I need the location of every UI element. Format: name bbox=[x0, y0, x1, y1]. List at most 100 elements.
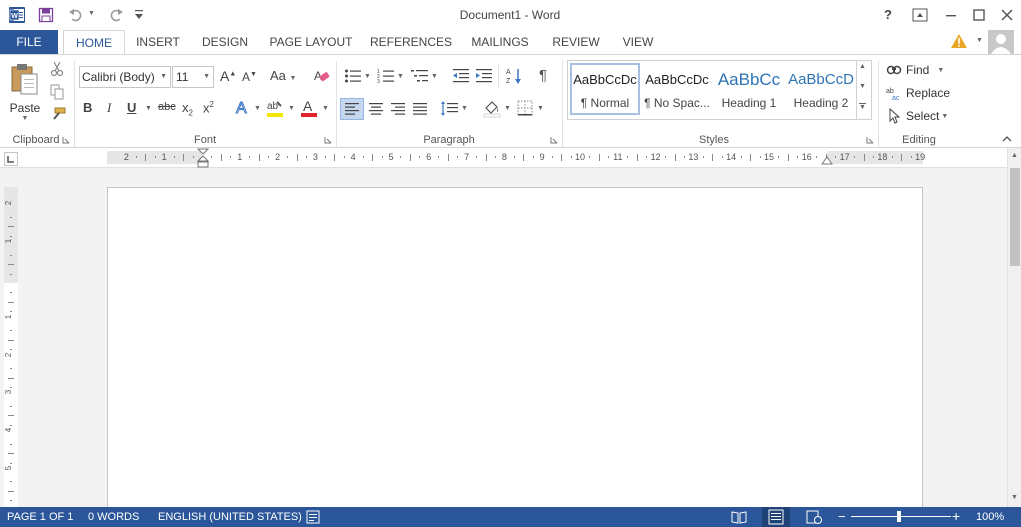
strikethrough-button[interactable]: abc bbox=[158, 101, 176, 113]
tab-review[interactable]: REVIEW bbox=[548, 30, 604, 54]
tab-page-layout[interactable]: PAGE LAYOUT bbox=[265, 30, 357, 54]
right-indent-marker[interactable] bbox=[821, 155, 833, 165]
font-launcher-icon[interactable] bbox=[324, 136, 332, 144]
tab-insert[interactable]: INSERT bbox=[130, 30, 186, 54]
borders-dropdown-icon[interactable]: ▼ bbox=[537, 105, 544, 112]
font-color-dropdown-icon[interactable]: ▼ bbox=[322, 105, 329, 112]
proofing-icon[interactable] bbox=[306, 510, 322, 524]
numbering-icon[interactable]: 123 bbox=[377, 68, 395, 84]
text-effects-dropdown-icon[interactable]: ▼ bbox=[254, 105, 261, 112]
tab-design[interactable]: DESIGN bbox=[196, 30, 254, 54]
underline-button[interactable]: U bbox=[127, 100, 136, 115]
styles-scroll-up-icon[interactable]: ▲ bbox=[859, 63, 866, 70]
select-button[interactable]: Select ▼ bbox=[886, 107, 948, 125]
zoom-in-icon[interactable]: + bbox=[952, 509, 960, 523]
scroll-thumb[interactable] bbox=[1010, 168, 1020, 266]
copy-icon[interactable] bbox=[50, 84, 64, 100]
read-mode-icon[interactable] bbox=[731, 510, 747, 524]
font-size-select[interactable]: 11 ▼ bbox=[172, 66, 214, 88]
maximize-icon[interactable] bbox=[972, 8, 986, 22]
bullets-dropdown-icon[interactable]: ▼ bbox=[364, 73, 371, 80]
align-left-button[interactable] bbox=[340, 98, 364, 120]
tab-selector[interactable] bbox=[4, 152, 18, 166]
sort-icon[interactable]: AZ bbox=[506, 67, 524, 85]
numbering-dropdown-icon[interactable]: ▼ bbox=[397, 73, 404, 80]
first-line-indent-marker[interactable] bbox=[197, 148, 209, 168]
zoom-out-icon[interactable]: − bbox=[838, 510, 846, 523]
avatar[interactable] bbox=[988, 30, 1014, 54]
customize-quick-access-icon[interactable] bbox=[134, 9, 144, 21]
warning-icon[interactable] bbox=[950, 33, 968, 49]
close-icon[interactable] bbox=[1000, 8, 1014, 22]
style-no-spacing[interactable]: AaBbCcDc ¶ No Spac... bbox=[642, 65, 712, 117]
find-button[interactable]: Find ▼ bbox=[886, 61, 944, 79]
select-dropdown-icon[interactable]: ▼ bbox=[941, 113, 948, 120]
superscript-icon[interactable]: x2 bbox=[203, 100, 214, 115]
page-count[interactable]: PAGE 1 OF 1 bbox=[7, 507, 73, 527]
undo-icon[interactable] bbox=[68, 7, 84, 23]
underline-dropdown-icon[interactable]: ▼ bbox=[145, 105, 152, 112]
zoom-slider-thumb[interactable] bbox=[897, 511, 901, 522]
styles-more-icon[interactable]: ▼ bbox=[859, 103, 866, 112]
undo-dropdown-icon[interactable]: ▼ bbox=[88, 10, 95, 17]
tab-references[interactable]: REFERENCES bbox=[368, 30, 454, 54]
horizontal-ruler[interactable]: 2 1 1 2 3 4 5 6 7 8 9 10 11 12 13 14 15 16 17 18 19 bbox=[0, 148, 1021, 168]
cut-icon[interactable] bbox=[50, 61, 64, 77]
style-heading-2[interactable]: AaBbCcD Heading 2 bbox=[786, 65, 856, 117]
word-app-icon[interactable]: W bbox=[9, 7, 25, 23]
help-icon[interactable]: ? bbox=[884, 7, 892, 22]
styles-scroll-down-icon[interactable]: ▼ bbox=[859, 83, 866, 90]
tab-home[interactable]: HOME bbox=[63, 30, 125, 55]
highlight-color-icon[interactable]: ab bbox=[266, 98, 284, 118]
font-name-select[interactable]: Calibri (Body) ▼ bbox=[79, 66, 171, 88]
save-icon[interactable] bbox=[38, 7, 54, 23]
font-size-dropdown-icon[interactable]: ▼ bbox=[203, 73, 210, 80]
print-layout-button[interactable] bbox=[762, 507, 790, 527]
clear-formatting-icon[interactable]: A bbox=[312, 68, 330, 84]
paste-button[interactable]: Paste ▼ bbox=[8, 61, 42, 123]
language-status[interactable]: ENGLISH (UNITED STATES) bbox=[158, 507, 302, 527]
styles-launcher-icon[interactable] bbox=[866, 136, 874, 144]
font-name-dropdown-icon[interactable]: ▼ bbox=[160, 73, 167, 80]
align-right-icon[interactable] bbox=[388, 99, 408, 119]
grow-font-icon[interactable]: A▲ bbox=[220, 68, 236, 84]
highlight-dropdown-icon[interactable]: ▼ bbox=[288, 105, 295, 112]
format-painter-icon[interactable] bbox=[50, 107, 66, 121]
text-effects-icon[interactable]: A bbox=[234, 98, 252, 117]
zoom-level[interactable]: 100% bbox=[976, 507, 1004, 527]
zoom-slider[interactable] bbox=[851, 516, 951, 517]
shading-icon[interactable] bbox=[482, 98, 502, 118]
show-formatting-marks-icon[interactable]: ¶ bbox=[539, 67, 547, 84]
shading-dropdown-icon[interactable]: ▼ bbox=[504, 105, 511, 112]
document-page[interactable] bbox=[107, 187, 923, 517]
multilevel-list-icon[interactable] bbox=[410, 68, 430, 84]
account-dropdown-icon[interactable]: ▼ bbox=[976, 37, 983, 44]
shrink-font-icon[interactable]: A▼ bbox=[242, 70, 257, 84]
vertical-scrollbar[interactable]: ▲ ▼ bbox=[1007, 148, 1021, 507]
justify-icon[interactable] bbox=[410, 99, 430, 119]
decrease-indent-icon[interactable] bbox=[452, 68, 470, 84]
tab-file[interactable]: FILE bbox=[0, 30, 58, 54]
style-normal[interactable]: AaBbCcDc ¶ Normal bbox=[570, 63, 640, 115]
style-heading-1[interactable]: AaBbCc Heading 1 bbox=[714, 65, 784, 117]
increase-indent-icon[interactable] bbox=[475, 68, 493, 84]
replace-button[interactable]: ab ac Replace bbox=[886, 84, 950, 102]
paragraph-launcher-icon[interactable] bbox=[550, 136, 558, 144]
scroll-down-icon[interactable]: ▼ bbox=[1011, 494, 1018, 501]
align-center-icon[interactable] bbox=[366, 99, 386, 119]
find-dropdown-icon[interactable]: ▼ bbox=[937, 67, 944, 74]
paste-dropdown-icon[interactable]: ▼ bbox=[8, 115, 42, 122]
minimize-icon[interactable] bbox=[944, 9, 958, 21]
italic-button[interactable]: I bbox=[107, 100, 111, 116]
tab-mailings[interactable]: MAILINGS bbox=[465, 30, 535, 54]
collapse-ribbon-icon[interactable] bbox=[1002, 135, 1012, 143]
line-spacing-dropdown-icon[interactable]: ▼ bbox=[461, 105, 468, 112]
font-color-icon[interactable]: A bbox=[300, 98, 318, 118]
change-case-button[interactable]: Aa ▼ bbox=[270, 68, 296, 83]
redo-icon[interactable] bbox=[108, 7, 124, 23]
scroll-up-icon[interactable]: ▲ bbox=[1011, 152, 1018, 159]
tab-view[interactable]: VIEW bbox=[616, 30, 660, 54]
clipboard-launcher-icon[interactable] bbox=[62, 136, 70, 144]
line-spacing-icon[interactable] bbox=[440, 99, 460, 119]
bold-button[interactable]: B bbox=[83, 100, 92, 115]
